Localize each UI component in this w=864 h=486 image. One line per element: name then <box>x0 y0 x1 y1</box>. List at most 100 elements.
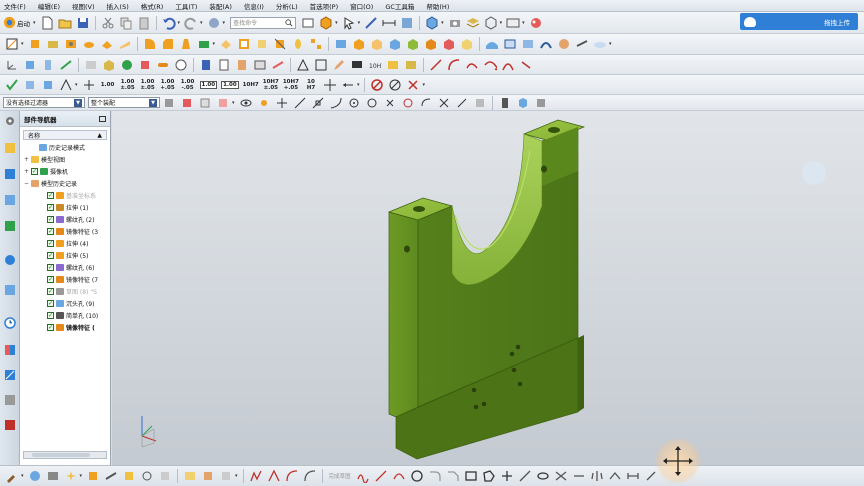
view-orient-button[interactable] <box>318 15 334 31</box>
process-studio-button[interactable] <box>3 393 17 407</box>
snap-tangent-button[interactable] <box>328 95 344 110</box>
edit-button[interactable] <box>331 57 347 73</box>
profile-button[interactable] <box>248 468 264 484</box>
sketch-dimension-button[interactable] <box>625 468 641 484</box>
tree-item[interactable]: + ✓ 摄像机 <box>24 165 110 177</box>
part-nav-button[interactable] <box>3 193 17 207</box>
filter-1-button[interactable] <box>161 95 177 110</box>
unite-button[interactable] <box>196 36 212 52</box>
menu-tools[interactable]: 工具(T) <box>169 1 203 11</box>
sketch-button[interactable] <box>4 36 20 52</box>
menu-analysis[interactable]: 分析(L) <box>270 1 304 11</box>
menu-insert[interactable]: 插入(S) <box>101 1 135 11</box>
extrude-button[interactable] <box>27 36 43 52</box>
line-button[interactable] <box>428 57 444 73</box>
revolve-button[interactable] <box>45 36 61 52</box>
sketch-extend-button[interactable] <box>571 468 587 484</box>
check-button[interactable] <box>4 77 20 93</box>
menu-view[interactable]: 视图(V) <box>66 1 101 11</box>
dim-style-5[interactable]: 1.00 -.05 <box>180 79 196 91</box>
label-button[interactable] <box>403 57 419 73</box>
weld-button[interactable] <box>270 57 286 73</box>
feature-checkbox[interactable]: ✓ <box>47 323 54 331</box>
quick-dim-button[interactable] <box>385 57 401 73</box>
surface-4-button[interactable] <box>538 36 554 52</box>
tree-item[interactable]: ✓ 拉伸 (4) <box>24 237 110 249</box>
thread-button[interactable] <box>290 36 306 52</box>
clear-button[interactable] <box>405 77 421 93</box>
triangle-button[interactable] <box>295 57 311 73</box>
bottom-tool-9[interactable] <box>157 468 173 484</box>
dim-style-11[interactable]: 10 H7 <box>303 79 319 91</box>
bottom-tool-1[interactable] <box>4 468 20 484</box>
cloud-upload-button[interactable]: 拖拽上传 <box>740 13 858 30</box>
edge-blend-button[interactable] <box>142 36 158 52</box>
menu-information[interactable]: 信息(I) <box>238 1 270 11</box>
copy-face-button[interactable] <box>459 36 475 52</box>
menu-edit[interactable]: 编辑(E) <box>32 1 66 11</box>
pmi-button[interactable] <box>58 77 74 93</box>
bottom-tool-10[interactable] <box>182 468 198 484</box>
sync-model-button[interactable] <box>333 36 349 52</box>
open-button[interactable] <box>57 15 73 31</box>
menu-assembly[interactable]: 装配(A) <box>203 1 238 11</box>
tree-item[interactable]: ✓ 镜像特征 (3 <box>24 225 110 237</box>
move-face-button[interactable] <box>351 36 367 52</box>
navigator-column-header[interactable]: 名称 ▲ <box>23 130 107 140</box>
arc-button[interactable] <box>446 57 462 73</box>
surface-3-button[interactable] <box>520 36 536 52</box>
start-button[interactable]: 启动 <box>3 16 30 29</box>
instance-button[interactable] <box>308 36 324 52</box>
snap-quadrant-button[interactable] <box>364 95 380 110</box>
filter-4-button[interactable] <box>215 95 231 110</box>
offset-face-button[interactable] <box>254 36 270 52</box>
feature-checkbox[interactable]: ✓ <box>47 215 54 223</box>
menu-window[interactable]: 窗口(O) <box>344 1 379 11</box>
constraint-nav-button[interactable] <box>3 167 17 181</box>
offset-region-button[interactable] <box>387 36 403 52</box>
hole-button[interactable] <box>63 36 79 52</box>
bottom-tool-2[interactable] <box>27 468 43 484</box>
sel-book-button[interactable] <box>497 95 513 110</box>
paste-button[interactable] <box>136 15 152 31</box>
color-button[interactable] <box>528 15 544 31</box>
edge-tool-button[interactable] <box>83 57 99 73</box>
block-button[interactable] <box>22 57 38 73</box>
snap-button[interactable] <box>363 15 379 31</box>
shaded-button[interactable] <box>424 15 440 31</box>
tree-item[interactable]: ✓ 沉头孔 (9) <box>24 297 110 309</box>
bottom-tool-6[interactable] <box>103 468 119 484</box>
emboss-button[interactable] <box>119 57 135 73</box>
split-body-button[interactable] <box>101 57 117 73</box>
tree-item[interactable]: ✓ 草图 (8) "S <box>24 285 110 297</box>
diameter-button[interactable] <box>387 77 403 93</box>
bottom-tool-3[interactable] <box>45 468 61 484</box>
camera-button[interactable] <box>447 15 463 31</box>
history-button[interactable] <box>3 283 17 297</box>
filter-3-button[interactable] <box>197 95 213 110</box>
pad-button[interactable] <box>99 36 115 52</box>
navigator-scrollbar[interactable] <box>23 451 107 459</box>
roles-button[interactable] <box>3 418 17 432</box>
wire-cube-button[interactable] <box>483 15 499 31</box>
text-curve-button[interactable] <box>518 57 534 73</box>
pipe-button[interactable] <box>58 57 74 73</box>
bottom-tool-8[interactable] <box>139 468 155 484</box>
measure-button[interactable] <box>381 15 397 31</box>
bottom-arc2-button[interactable] <box>302 468 318 484</box>
tree-item[interactable]: 历史记录模式 <box>24 141 110 153</box>
delete-face-button[interactable] <box>441 36 457 52</box>
tree-item[interactable]: ✓ 拉伸 (5) <box>24 249 110 261</box>
cut-button[interactable] <box>100 15 116 31</box>
fit-button[interactable] <box>313 57 329 73</box>
sketch-line-button[interactable] <box>373 468 389 484</box>
sketch-point-button[interactable] <box>499 468 515 484</box>
snap-cross-button[interactable] <box>436 95 452 110</box>
undo-button[interactable] <box>161 15 177 31</box>
layer-button[interactable] <box>465 15 481 31</box>
bottom-arc-button[interactable] <box>284 468 300 484</box>
helix-button[interactable] <box>500 57 516 73</box>
expand-toggle-icon[interactable]: + <box>24 168 31 175</box>
scale-button[interactable] <box>272 36 288 52</box>
bottom-tool-5[interactable] <box>85 468 101 484</box>
